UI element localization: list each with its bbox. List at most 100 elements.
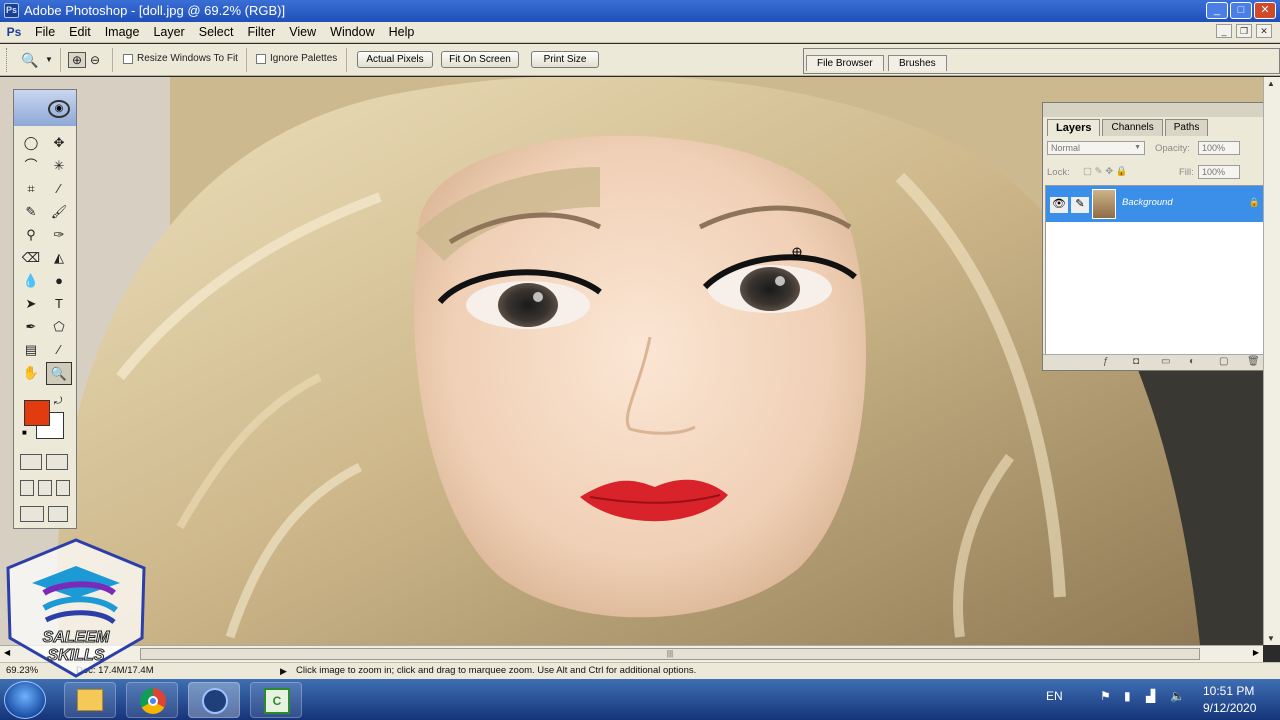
tab-file-browser[interactable]: File Browser	[806, 55, 884, 71]
menu-edit[interactable]: Edit	[62, 22, 98, 43]
tab-brushes[interactable]: Brushes	[888, 55, 947, 71]
volume-icon[interactable]: 🔈	[1170, 689, 1185, 703]
print-size-button[interactable]: Print Size	[531, 51, 599, 68]
tab-layers[interactable]: Layers	[1047, 119, 1101, 136]
maximize-button[interactable]: □	[1230, 2, 1252, 19]
clone-stamp-icon[interactable]: ⚲	[18, 224, 44, 247]
menu-file[interactable]: File	[28, 22, 62, 43]
new-layer-icon[interactable]: ▢	[1219, 356, 1228, 367]
explorer-taskbar-icon[interactable]	[64, 682, 116, 718]
start-button[interactable]	[4, 681, 46, 719]
opacity-field[interactable]: 100%	[1198, 141, 1240, 155]
adjustment-layer-icon[interactable]: ◐	[1189, 356, 1195, 367]
zoom-tool-icon[interactable]: 🔍	[46, 362, 72, 385]
zoom-in-icon[interactable]: ⊕	[68, 52, 86, 68]
jump-to-imageready-icon[interactable]	[20, 506, 44, 522]
imageready-icon[interactable]	[48, 506, 68, 522]
pen-tool-icon[interactable]: ✒	[18, 316, 44, 339]
menu-select[interactable]: Select	[192, 22, 241, 43]
magic-wand-icon[interactable]: ✳	[46, 155, 72, 178]
new-set-icon[interactable]: ▭	[1161, 356, 1170, 367]
add-mask-icon[interactable]: ◘	[1133, 356, 1139, 367]
options-grip[interactable]	[6, 48, 9, 72]
history-brush-icon[interactable]: ✑	[46, 224, 72, 247]
default-colors-icon[interactable]: ■	[22, 428, 27, 437]
menu-help[interactable]: Help	[382, 22, 422, 43]
lock-label: Lock:	[1047, 167, 1070, 178]
doc-minimize-button[interactable]: _	[1216, 24, 1232, 38]
blend-mode-select[interactable]: Normal ▼	[1047, 141, 1145, 155]
standard-mode-icon[interactable]	[20, 454, 42, 470]
lasso-tool-icon[interactable]: ⌒	[18, 155, 44, 178]
menu-layer[interactable]: Layer	[146, 22, 191, 43]
camtasia-taskbar-icon[interactable]: C	[250, 682, 302, 718]
crop-tool-icon[interactable]: ⌗	[18, 178, 44, 201]
type-tool-icon[interactable]: T	[46, 293, 72, 316]
zoom-tool-icon[interactable]: 🔍	[20, 52, 38, 68]
ignore-palettes-checkbox[interactable]: Ignore Palettes	[256, 53, 337, 64]
brush-link-icon[interactable]: ✎	[1071, 197, 1089, 213]
menu-filter[interactable]: Filter	[240, 22, 282, 43]
hand-tool-icon[interactable]: ✋	[18, 362, 44, 385]
fill-field[interactable]: 100%	[1198, 165, 1240, 179]
slice-tool-icon[interactable]: ⁄	[46, 178, 72, 201]
marquee-tool-icon[interactable]: ◯	[18, 132, 44, 155]
scroll-right-icon[interactable]: ▶	[1253, 648, 1259, 657]
horizontal-scrollbar[interactable]: ◀ ||| ▶	[0, 645, 1263, 662]
scroll-thumb[interactable]: |||	[140, 648, 1200, 660]
tab-paths[interactable]: Paths	[1164, 119, 1209, 136]
lock-icons[interactable]: ▢ ✎ ✥ 🔒	[1083, 166, 1128, 177]
blur-tool-icon[interactable]: 💧	[18, 270, 44, 293]
layer-row-background[interactable]: 👁 ✎ Background 🔒	[1046, 186, 1264, 222]
vertical-scrollbar[interactable]: ▲ ▼	[1263, 77, 1280, 645]
clock-date[interactable]: 9/12/2020	[1203, 701, 1256, 715]
document-icon[interactable]: Ps	[0, 25, 28, 39]
adobe-online-icon[interactable]: ◉	[48, 100, 70, 118]
toolbox-header[interactable]: ◉	[14, 90, 76, 126]
eye-icon[interactable]: 👁	[1050, 197, 1068, 213]
menu-view[interactable]: View	[282, 22, 323, 43]
quick-mask-icon[interactable]	[46, 454, 68, 470]
doc-restore-button[interactable]: ❐	[1236, 24, 1252, 38]
doc-close-button[interactable]: ✕	[1256, 24, 1272, 38]
battery-icon[interactable]: ▮	[1124, 689, 1131, 703]
network-icon[interactable]: ▟	[1146, 689, 1155, 703]
screen-mode-standard-icon[interactable]	[20, 480, 34, 496]
paint-bucket-icon[interactable]: ◭	[46, 247, 72, 270]
chrome-taskbar-icon[interactable]	[126, 682, 178, 718]
zoom-out-icon[interactable]: ⊖	[86, 52, 104, 68]
status-arrow-icon[interactable]: ▶	[280, 663, 287, 679]
shape-tool-icon[interactable]: ⬠	[46, 316, 72, 339]
foreground-color-swatch[interactable]	[24, 400, 50, 426]
trash-icon[interactable]: 🗑	[1247, 356, 1260, 367]
action-center-icon[interactable]: ⚑	[1100, 689, 1111, 703]
dodge-tool-icon[interactable]: ●	[46, 270, 72, 293]
language-indicator[interactable]: EN	[1046, 689, 1063, 703]
eyedropper-icon[interactable]: ⁄	[46, 339, 72, 362]
resize-windows-checkbox[interactable]: Resize Windows To Fit	[123, 53, 238, 64]
path-selection-icon[interactable]: ➤	[18, 293, 44, 316]
screen-mode-full-menu-icon[interactable]	[38, 480, 52, 496]
scroll-up-icon[interactable]: ▲	[1267, 79, 1275, 88]
brush-tool-icon[interactable]: 🖌	[46, 201, 72, 224]
menu-window[interactable]: Window	[323, 22, 381, 43]
screen-mode-full-icon[interactable]	[56, 480, 70, 496]
healing-brush-icon[interactable]: ✎	[18, 201, 44, 224]
scroll-down-icon[interactable]: ▼	[1267, 634, 1275, 643]
photoshop-taskbar-icon[interactable]	[188, 682, 240, 718]
move-tool-icon[interactable]: ✥	[46, 132, 72, 155]
tool-preset-dropdown-icon[interactable]: ▼	[40, 52, 58, 68]
eraser-tool-icon[interactable]: ⌫	[18, 247, 44, 270]
layer-style-icon[interactable]: ƒ	[1103, 356, 1109, 367]
notes-tool-icon[interactable]: ▤	[18, 339, 44, 362]
menu-image[interactable]: Image	[98, 22, 147, 43]
fit-on-screen-button[interactable]: Fit On Screen	[441, 51, 519, 68]
tab-channels[interactable]: Channels	[1102, 119, 1163, 136]
close-button[interactable]: ✕	[1254, 2, 1276, 19]
layer-name[interactable]: Background	[1122, 197, 1173, 208]
minimize-button[interactable]: _	[1206, 2, 1228, 19]
actual-pixels-button[interactable]: Actual Pixels	[357, 51, 433, 68]
layers-palette-titlebar[interactable]	[1043, 103, 1266, 117]
swap-colors-icon[interactable]: ⤾	[54, 396, 62, 407]
clock-time[interactable]: 10:51 PM	[1203, 684, 1254, 698]
